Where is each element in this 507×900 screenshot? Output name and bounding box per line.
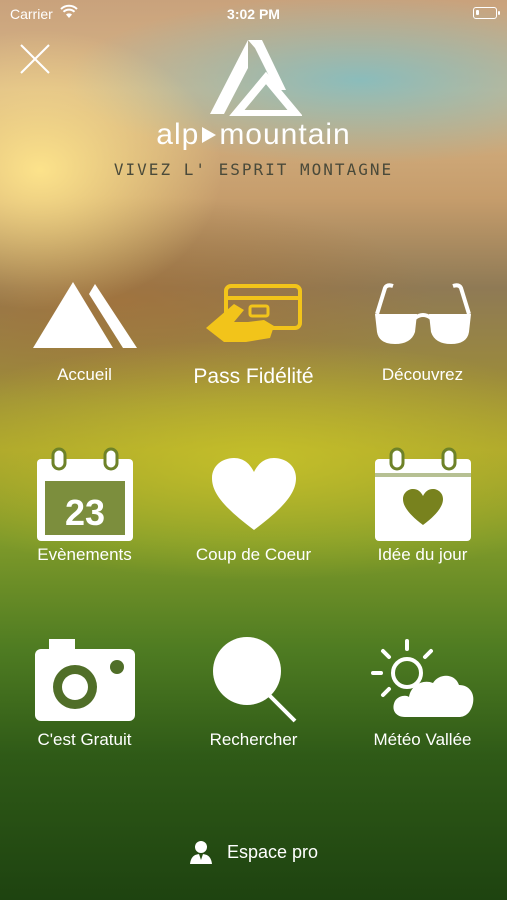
calendar-day: 23 <box>64 492 104 533</box>
tagline: VIVEZ L' ESPRIT MONTAGNE <box>113 160 394 179</box>
menu-item-label: Rechercher <box>209 730 298 749</box>
menu-item-accueil[interactable]: Accueil <box>0 265 169 385</box>
menu-item-label: Coup de Coeur <box>195 545 312 564</box>
menu-item-label: Idée du jour <box>377 545 468 564</box>
menu-item-coup-de-coeur[interactable]: Coup de Coeur <box>169 445 338 565</box>
menu-item-idee-du-jour[interactable]: Idée du jour <box>338 445 507 565</box>
clock: 3:02 PM <box>227 6 280 22</box>
menu-item-label: C'est Gratuit <box>37 730 132 749</box>
play-icon <box>202 127 217 143</box>
menu-item-label: Pass Fidélité <box>193 365 314 388</box>
menu-item-decouvrez[interactable]: Découvrez <box>338 265 507 385</box>
glasses-icon <box>374 283 471 344</box>
mountains-icon <box>32 282 137 348</box>
menu-item-evenements[interactable]: 23 Evènements <box>0 445 169 565</box>
menu-item-rechercher[interactable]: Rechercher <box>169 630 338 750</box>
status-bar: Carrier 3:02 PM <box>0 0 507 28</box>
menu-item-meteo-vallee[interactable]: Météo Vallée <box>338 630 507 750</box>
menu-item-pass-fidelite[interactable]: Pass Fidélité <box>169 265 338 389</box>
heart-icon <box>211 458 296 530</box>
espace-pro-label: Espace pro <box>226 841 319 862</box>
menu-item-cest-gratuit[interactable]: C'est Gratuit <box>0 630 169 750</box>
menu-item-label: Météo Vallée <box>373 730 472 749</box>
logo-mountain-icon <box>209 40 302 116</box>
calendar-icon: 23 <box>36 447 133 541</box>
brand-left: alp <box>156 118 200 151</box>
camera-icon <box>34 639 135 721</box>
menu-item-label: Découvrez <box>381 365 464 384</box>
brand-name: alp mountain <box>0 118 507 152</box>
user-icon <box>189 841 212 864</box>
brand-right: mountain <box>219 118 351 151</box>
app-logo: alp mountain VIVEZ L' ESPRIT MONTAGNE <box>0 38 507 179</box>
search-icon <box>212 637 296 723</box>
menu-item-label: Evènements <box>37 545 132 564</box>
espace-pro-link[interactable]: Espace pro <box>0 840 507 864</box>
calendar-heart-icon <box>374 447 471 541</box>
weather-icon <box>370 639 473 717</box>
menu-item-label: Accueil <box>57 365 112 384</box>
hand-card-icon <box>205 284 302 342</box>
battery-icon <box>473 7 500 19</box>
